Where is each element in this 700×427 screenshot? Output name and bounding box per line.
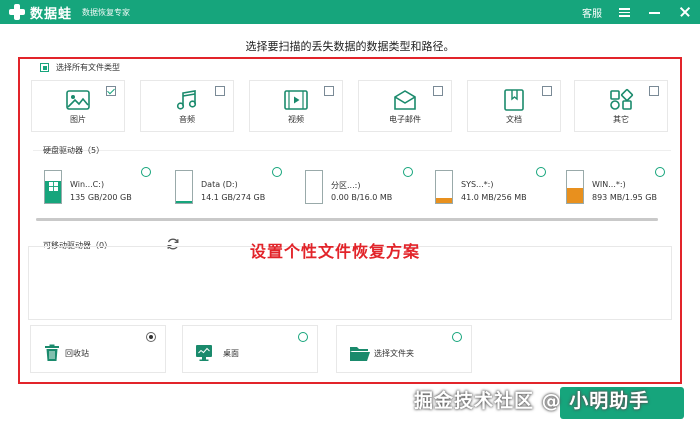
plus-logo-icon xyxy=(8,3,26,21)
page-instruction: 选择要扫描的丢失数据的数据类型和路径。 xyxy=(245,40,455,53)
app-subtitle: 数据恢复专家 xyxy=(82,7,131,17)
menu-icon[interactable] xyxy=(618,5,632,19)
app-logo: 数据蛙 数据恢复专家 xyxy=(8,3,130,22)
app-name: 数据蛙 xyxy=(30,6,73,22)
title-bar: 数据蛙 数据恢复专家 客服 xyxy=(0,0,700,24)
support-button[interactable]: 客服 xyxy=(582,5,602,20)
highlight-box xyxy=(18,57,682,384)
watermark-text: 掘金技术社区 @ 小明助手 xyxy=(414,390,650,412)
close-icon[interactable] xyxy=(678,5,692,19)
minimize-icon[interactable] xyxy=(648,5,662,19)
